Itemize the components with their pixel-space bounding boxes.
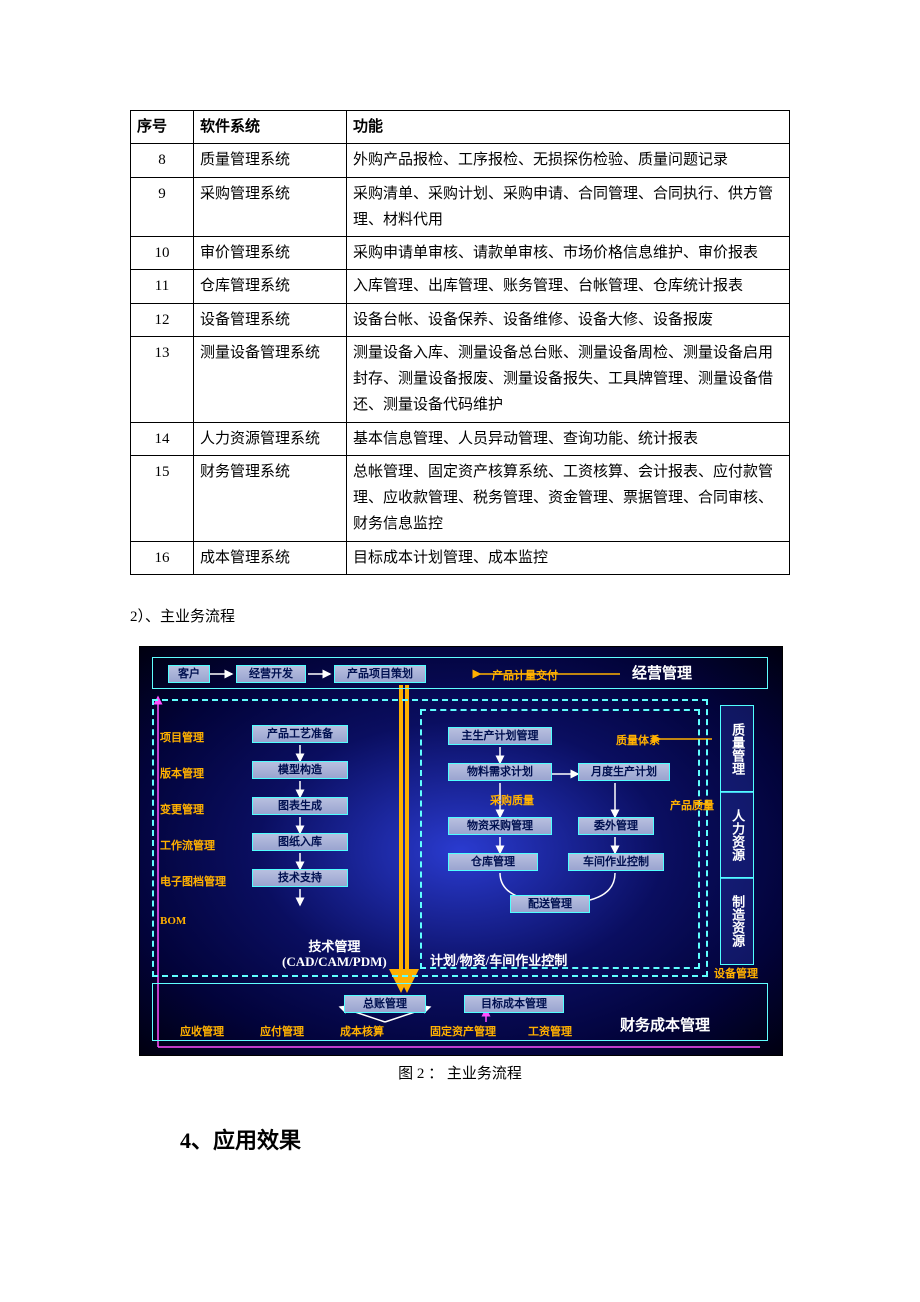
box-warehouse: 仓库管理 — [448, 853, 538, 871]
box-workshop: 车间作业控制 — [568, 853, 664, 871]
label-plan-material-workshop: 计划/物资/车间作业控制 — [430, 953, 567, 969]
box-delivery-mgmt: 配送管理 — [510, 895, 590, 913]
business-flow-diagram: 客户 经营开发 产品项目策划 产品计量交付 经营管理 项目管理 版本管理 变更管… — [139, 646, 783, 1056]
table-row: 11仓库管理系统入库管理、出库管理、账务管理、台帐管理、仓库统计报表 — [131, 270, 790, 303]
label-edoc-mgmt: 电子图档管理 — [160, 873, 226, 889]
box-tech-support: 技术支持 — [252, 869, 348, 887]
box-material-purchase: 物资采购管理 — [448, 817, 552, 835]
label-workflow-mgmt: 工作流管理 — [160, 837, 215, 853]
col-func: 功能 — [347, 111, 790, 144]
systems-table: 序号 软件系统 功能 8质量管理系统外购产品报检、工序报检、无损探伤检验、质量问… — [130, 110, 790, 575]
panel-mfg-res: 制造资源 — [720, 877, 754, 965]
label-purchase-quality: 采购质量 — [490, 792, 534, 808]
table-row: 14人力资源管理系统基本信息管理、人员异动管理、查询功能、统计报表 — [131, 422, 790, 455]
table-row: 12设备管理系统设备台帐、设备保养、设备维修、设备大修、设备报废 — [131, 303, 790, 336]
box-mrp: 物料需求计划 — [448, 763, 552, 781]
section-subtitle: 2）、主业务流程 — [130, 605, 790, 626]
col-sys: 软件系统 — [194, 111, 347, 144]
label-bom: BOM — [160, 915, 186, 927]
label-equipment: 设备管理 — [714, 965, 758, 981]
label-tech-mgmt: 技术管理 (CAD/CAM/PDM) — [282, 939, 387, 970]
box-master-plan: 主生产计划管理 — [448, 727, 552, 745]
label-cost-calc: 成本核算 — [340, 1023, 384, 1039]
box-model-build: 模型构造 — [252, 761, 348, 779]
col-seq: 序号 — [131, 111, 194, 144]
panel-quality-mgmt: 质量管理 — [720, 705, 754, 793]
label-salary: 工资管理 — [528, 1023, 572, 1039]
label-project-mgmt: 项目管理 — [160, 729, 204, 745]
label-ap: 应付管理 — [260, 1023, 304, 1039]
label-version-mgmt: 版本管理 — [160, 765, 204, 781]
box-monthly-plan: 月度生产计划 — [578, 763, 670, 781]
box-chart-gen: 图表生成 — [252, 797, 348, 815]
table-row: 16成本管理系统目标成本计划管理、成本监控 — [131, 541, 790, 574]
table-row: 10审价管理系统采购申请单审核、请款单审核、市场价格信息维护、审价报表 — [131, 237, 790, 270]
label-product-quality: 产品质量 — [670, 797, 714, 813]
table-row: 9采购管理系统采购清单、采购计划、采购申请、合同管理、合同执行、供方管理、材料代… — [131, 177, 790, 237]
box-target-cost: 目标成本管理 — [464, 995, 564, 1013]
panel-hr: 人力资源 — [720, 791, 754, 879]
box-outsource: 委外管理 — [578, 817, 654, 835]
label-change-mgmt: 变更管理 — [160, 801, 204, 817]
table-row: 13测量设备管理系统测量设备入库、测量设备总台账、测量设备周检、测量设备启用封存… — [131, 336, 790, 422]
label-fixed-asset: 固定资产管理 — [430, 1023, 496, 1039]
box-drawing-store: 图纸入库 — [252, 833, 348, 851]
table-header-row: 序号 软件系统 功能 — [131, 111, 790, 144]
section-heading-4: 4、应用效果 — [180, 1123, 790, 1155]
box-gl: 总账管理 — [344, 995, 426, 1013]
box-process-prep: 产品工艺准备 — [252, 725, 348, 743]
label-ar: 应收管理 — [180, 1023, 224, 1039]
label-fin-cost-mgmt: 财务成本管理 — [620, 1017, 710, 1035]
table-row: 15财务管理系统总帐管理、固定资产核算系统、工资核算、会计报表、应付款管理、应收… — [131, 455, 790, 541]
table-row: 8质量管理系统外购产品报检、工序报检、无损探伤检验、质量问题记录 — [131, 144, 790, 177]
label-quality-system: 质量体系 — [616, 732, 660, 748]
figure-caption: 图 2 ： 主业务流程 — [139, 1062, 781, 1083]
